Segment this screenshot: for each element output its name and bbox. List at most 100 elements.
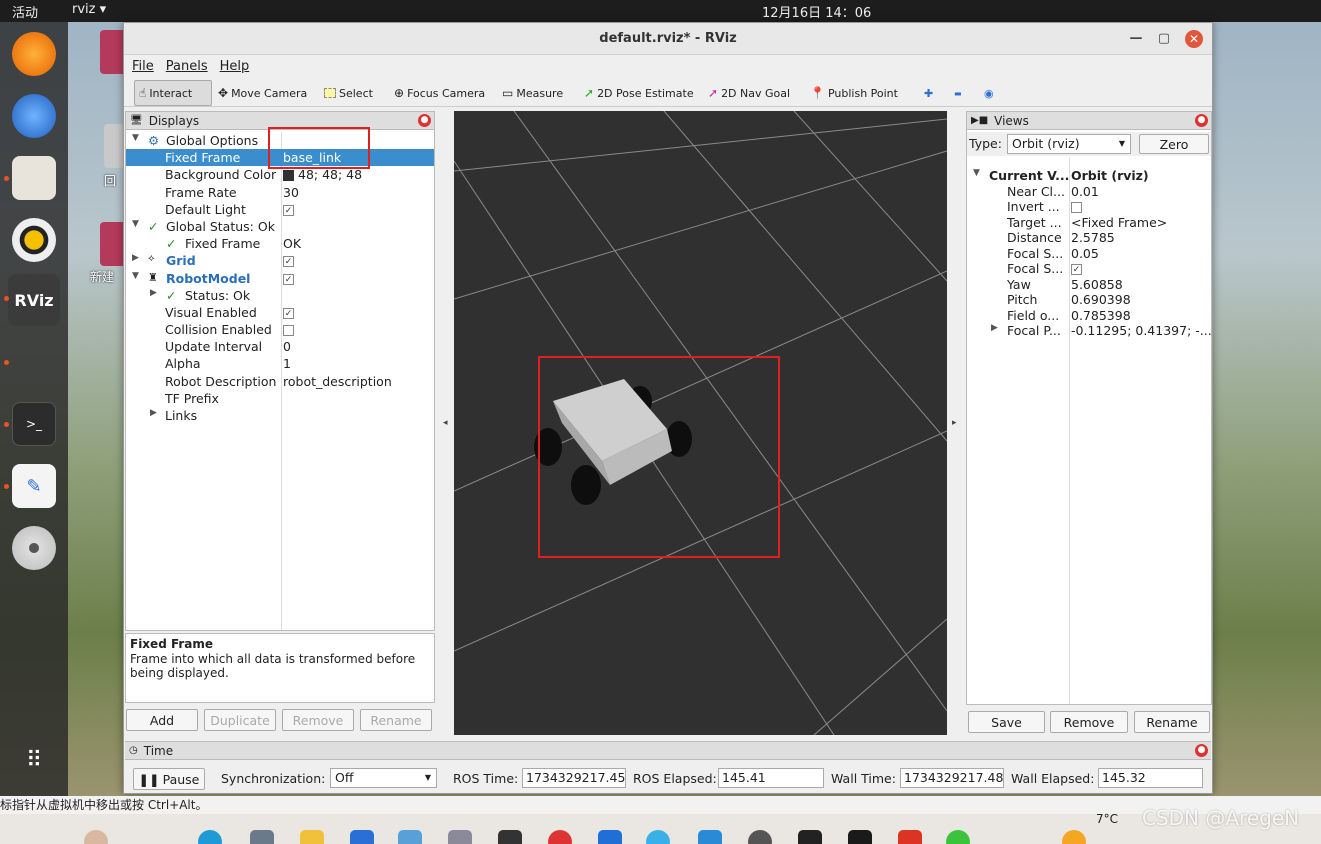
tree-row-update-interval[interactable]: Update Interval 0 [126, 338, 434, 355]
tree-row-robot-model[interactable]: ▼ ♜ RobotModel ✓ [126, 270, 434, 287]
wall-elapsed-field[interactable]: 145.32 [1098, 768, 1203, 788]
invert-checkbox[interactable] [1071, 202, 1082, 213]
folder-icon[interactable] [300, 830, 324, 844]
files-icon[interactable] [12, 156, 56, 200]
view-row[interactable]: Distance 2.5785 [967, 230, 1211, 246]
color-swatch[interactable] [283, 170, 294, 182]
view-row[interactable]: Yaw 5.60858 [967, 277, 1211, 293]
close-panel-icon[interactable]: ● [1195, 744, 1208, 757]
collapse-arrow-icon[interactable]: ▶ [991, 323, 998, 333]
pose-estimate-tool[interactable]: ➚ 2D Pose Estimate [580, 80, 698, 106]
tree-row-robot-description[interactable]: Robot Description robot_description [126, 373, 434, 390]
tree-row-tf-prefix[interactable]: TF Prefix [126, 390, 434, 407]
rename-view-button[interactable]: Rename [1134, 711, 1210, 733]
ros-elapsed-field[interactable]: 145.41 [718, 768, 824, 788]
measure-tool[interactable]: ▭ Measure [498, 80, 567, 106]
show-apps-icon[interactable]: ⠿ [12, 738, 56, 782]
right-splitter-handle[interactable]: ▸ [952, 418, 957, 428]
maximize-button[interactable]: ▢ [1156, 31, 1172, 47]
tree-row-status[interactable]: ▶ ✓ Status: Ok [126, 287, 434, 304]
terminal-icon[interactable] [498, 830, 522, 844]
close-button[interactable]: ✕ [1185, 30, 1203, 48]
edge-icon[interactable] [198, 830, 222, 844]
tree-row-grid[interactable]: ▶ ⟡ Grid ✓ [126, 252, 434, 269]
collision-enabled-checkbox[interactable] [283, 325, 294, 337]
left-splitter-handle[interactable]: ◂ [443, 418, 448, 428]
view-row[interactable]: ▶ Focal P... -0.11295; 0.41397; -... [967, 323, 1212, 339]
focus-camera-tool[interactable]: ⊕ Focus Camera [390, 80, 489, 106]
firefox-icon[interactable] [12, 32, 56, 76]
pycharm-icon[interactable] [848, 830, 872, 844]
tree-row-frame-rate[interactable]: Frame Rate 30 [126, 184, 434, 201]
close-panel-icon[interactable]: ● [418, 114, 431, 127]
eye-tool-button[interactable]: ◉ [980, 80, 998, 106]
tree-row-global-status[interactable]: ▼ ✓ Global Status: Ok [126, 218, 434, 235]
expand-arrow-icon[interactable]: ▼ [132, 271, 139, 281]
terminal-icon[interactable]: >_ [12, 402, 56, 446]
publish-point-tool[interactable]: 📍 Publish Point [806, 80, 902, 106]
expand-arrow-icon[interactable]: ▼ [132, 219, 139, 229]
minimize-button[interactable]: — [1128, 31, 1144, 47]
view-row[interactable]: Target ... <Fixed Frame> [967, 215, 1211, 231]
duplicate-display-button[interactable]: Duplicate [204, 709, 276, 731]
activities-button[interactable]: 活动 [12, 2, 38, 21]
view-row[interactable]: Invert ... [967, 199, 1211, 215]
app-icon[interactable] [448, 830, 472, 844]
save-view-button[interactable]: Save [968, 711, 1045, 733]
remove-display-button[interactable]: Remove [282, 709, 354, 731]
wps-icon[interactable] [898, 830, 922, 844]
ros-time-field[interactable]: 1734329217.45 [522, 768, 626, 788]
app-icon[interactable] [748, 830, 772, 844]
zero-button[interactable]: Zero [1139, 134, 1209, 154]
view-row[interactable]: Focal S... ✓ [967, 261, 1211, 277]
close-panel-icon[interactable]: ● [1195, 114, 1208, 127]
collapse-arrow-icon[interactable]: ▶ [150, 408, 157, 418]
visual-enabled-checkbox[interactable]: ✓ [283, 307, 294, 319]
view-row[interactable]: Near Cl... 0.01 [967, 184, 1211, 200]
capcut-icon[interactable] [798, 830, 822, 844]
tree-row-visual-enabled[interactable]: Visual Enabled ✓ [126, 304, 434, 321]
wechat-icon[interactable] [946, 830, 970, 844]
rhythmbox-icon[interactable] [12, 218, 56, 262]
weather-icon[interactable] [1062, 830, 1086, 844]
tree-row-alpha[interactable]: Alpha 1 [126, 355, 434, 372]
menu-panels[interactable]: Panels [166, 59, 208, 74]
view-row[interactable]: Focal S... 0.05 [967, 246, 1211, 262]
default-light-checkbox[interactable]: ✓ [283, 204, 294, 216]
avatar[interactable] [84, 830, 108, 844]
wall-time-field[interactable]: 1734329217.48 [900, 768, 1004, 788]
move-camera-tool[interactable]: ✥ Move Camera [214, 80, 311, 106]
music-icon[interactable] [548, 830, 572, 844]
browser-icon[interactable] [646, 830, 670, 844]
kugou-icon[interactable] [598, 830, 622, 844]
view-row[interactable]: Field o... 0.785398 [967, 308, 1211, 324]
tree-row-links[interactable]: ▶ Links [126, 407, 434, 424]
tree-row-collision-enabled[interactable]: Collision Enabled [126, 321, 434, 338]
remove-view-button[interactable]: Remove [1050, 711, 1128, 733]
focal-shape-checkbox[interactable]: ✓ [1071, 264, 1082, 275]
remove-tool-button[interactable]: ▬ [950, 80, 966, 106]
store-icon[interactable] [350, 830, 374, 844]
rename-display-button[interactable]: Rename [360, 709, 432, 731]
photos-icon[interactable] [398, 830, 422, 844]
text-editor-icon[interactable]: ✎ [12, 464, 56, 508]
robot-model-enable-checkbox[interactable]: ✓ [283, 273, 294, 285]
interact-tool[interactable]: ☝ Interact [134, 80, 212, 106]
settings-icon[interactable] [250, 830, 274, 844]
collapse-arrow-icon[interactable]: ▶ [132, 253, 139, 263]
app-menu[interactable]: rviz ▾ [72, 2, 106, 17]
clock[interactable]: 12月16日 14：06 [762, 2, 871, 21]
menu-file[interactable]: File [132, 59, 154, 74]
select-tool[interactable]: Select [320, 80, 377, 106]
synchronization-select[interactable]: Off ▼ [330, 768, 437, 788]
view-row[interactable]: Pitch 0.690398 [967, 292, 1211, 308]
window-titlebar[interactable]: default.rviz* - RViz — ▢ ✕ [124, 23, 1212, 55]
rviz-icon[interactable]: RViz [8, 274, 60, 326]
view-type-select[interactable]: Orbit (rviz) ▼ [1007, 134, 1131, 154]
add-display-button[interactable]: Add [126, 709, 198, 731]
tree-row-default-light[interactable]: Default Light ✓ [126, 201, 434, 218]
collapse-arrow-icon[interactable]: ▶ [150, 288, 157, 298]
tree-row-current-view[interactable]: ▼ Current V... Orbit (rviz) [967, 168, 1211, 184]
expand-arrow-icon[interactable]: ▼ [973, 168, 980, 178]
vmware-icon[interactable] [698, 830, 722, 844]
